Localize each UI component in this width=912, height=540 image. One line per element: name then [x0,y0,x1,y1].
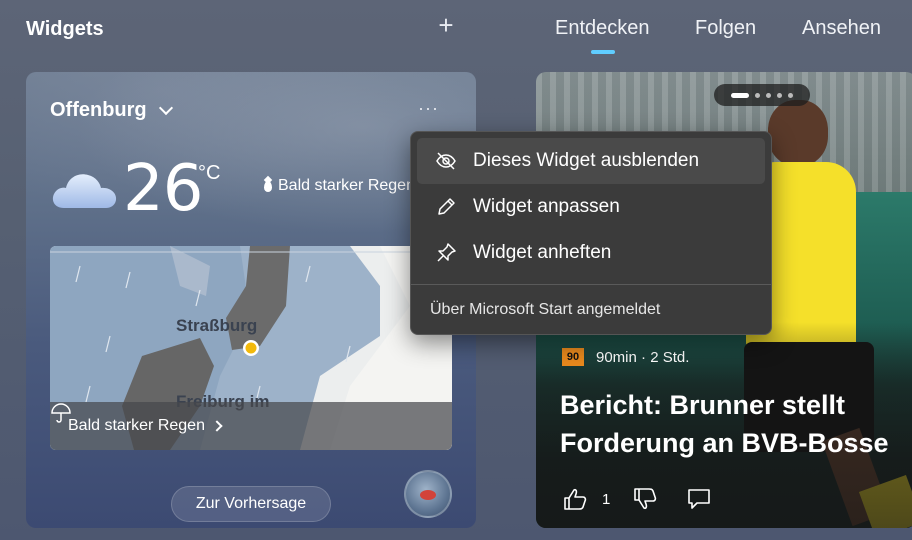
menu-item-label: Dieses Widget ausblenden [473,150,700,171]
temperature-value: 26 [123,152,203,226]
rain-hint: Bald starker Regen [264,177,415,195]
raindrop-icon [264,180,272,192]
player-image [768,100,828,166]
news-headline[interactable]: Bericht: Brunner stellt Forderung an BVB… [560,386,910,462]
app-title: Widgets [26,18,104,40]
pager-dot[interactable] [755,92,760,98]
rain-hint-text: Bald starker Regen [278,177,415,194]
reactions-bar: 1 [562,486,712,512]
map-label-strasbourg: Straßburg [176,316,258,335]
thumbs-up-icon[interactable] [562,486,588,512]
radar-map[interactable]: Straßburg Freiburg im Bald starker Regen [50,246,452,450]
source-logo: 90 [562,348,584,366]
carousel-pager[interactable] [714,84,810,106]
menu-item-customize-widget[interactable]: Widget anpassen [417,184,765,230]
add-widget-button[interactable]: + [434,12,458,40]
location-name: Offenburg [50,99,147,121]
news-age: · 2 Std. [641,348,690,366]
pager-dot[interactable] [766,92,771,98]
menu-item-pin-widget[interactable]: Widget anheften [417,230,765,276]
partly-cloudy-icon [52,174,117,208]
tab-entdecken[interactable]: Entdecken [555,17,650,54]
rain-alert-link[interactable]: Bald starker Regen [50,402,452,450]
menu-item-label: Widget anpassen [473,196,620,217]
location-selector[interactable]: Offenburg [50,99,173,122]
thumbs-down-icon[interactable] [632,486,658,512]
source-name: 90min [596,348,637,366]
widget-context-menu: Dieses Widget ausblenden Widget anpassen… [410,131,772,335]
temperature-unit: °C [198,162,221,184]
pin-icon [437,243,456,262]
weather-widget[interactable]: Offenburg ··· 26 °C Bald starker Regen S… [26,72,476,528]
menu-signed-in-info: Über Microsoft Start angemeldet [430,301,661,318]
like-count: 1 [602,490,611,508]
tab-ansehen[interactable]: Ansehen [802,17,881,40]
news-source[interactable]: 90 90min · 2 Std. [562,348,689,366]
eye-off-icon [436,152,456,170]
pager-dot[interactable] [731,92,749,98]
forecast-button[interactable]: Zur Vorhersage [171,486,331,522]
umbrella-icon [51,403,71,423]
more-options-button[interactable]: ··· [418,98,439,119]
rain-alert-text: Bald starker Regen [68,417,205,434]
comment-icon[interactable] [686,486,712,512]
chevron-down-icon [158,100,173,115]
chevron-right-icon [211,420,223,432]
pencil-icon [438,198,455,215]
tab-folgen[interactable]: Folgen [695,17,756,40]
pager-dot[interactable] [777,92,782,98]
menu-divider [411,284,771,285]
menu-item-hide-widget[interactable]: Dieses Widget ausblenden [417,138,765,184]
menu-item-label: Widget anheften [473,242,612,263]
top-bar: Widgets + Entdecken Folgen Ansehen [0,0,912,60]
pager-dot[interactable] [788,92,793,98]
copilot-avatar-icon[interactable] [404,470,452,518]
